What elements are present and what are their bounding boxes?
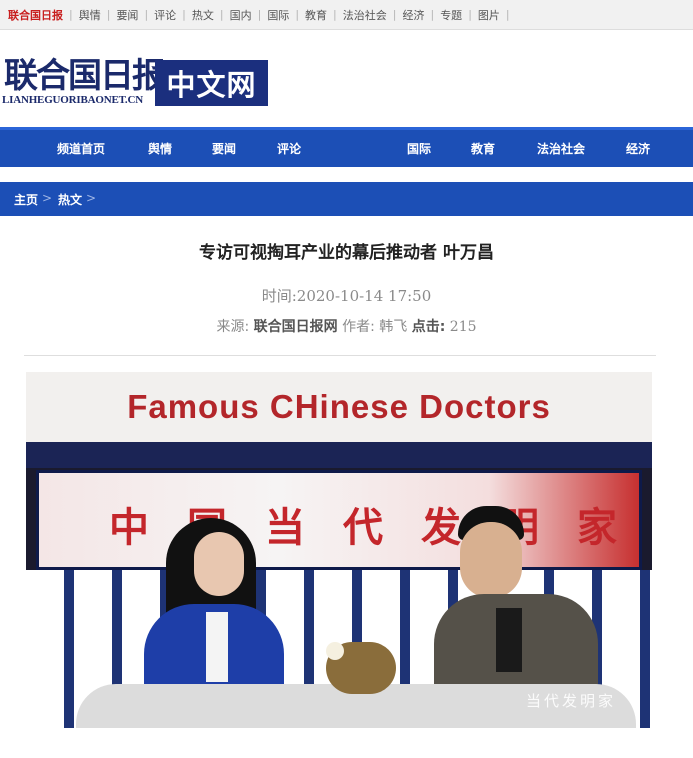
- photo-watermark: 当代发明家: [526, 692, 617, 710]
- top-link-tupian[interactable]: 图片: [478, 7, 500, 23]
- breadcrumb-separator: >: [42, 191, 53, 205]
- top-link-bar: 联合国日报 | 舆情 | 要闻 | 评论 | 热文 | 国内 | 国际 | 教育…: [0, 0, 693, 30]
- table-flower: [326, 642, 344, 660]
- top-link-jingji[interactable]: 经济: [402, 7, 424, 23]
- article-title: 专访可视掏耳产业的幕后推动者 叶万昌: [199, 243, 494, 263]
- top-link-guonei[interactable]: 国内: [230, 7, 252, 23]
- top-link-guoji[interactable]: 国际: [267, 7, 289, 23]
- article-time: 时间:2020-10-14 17:50: [0, 285, 693, 306]
- nav-item-fazhi[interactable]: 法治社会: [537, 140, 585, 157]
- separator: |: [257, 8, 262, 21]
- time-label: 时间:: [261, 287, 297, 305]
- separator: |: [106, 8, 111, 21]
- author-value: 韩飞: [379, 319, 408, 335]
- stage-strip: [26, 442, 652, 468]
- nav-item-pinglun[interactable]: 评论: [277, 140, 301, 157]
- separator: |: [219, 8, 224, 21]
- separator: |: [69, 8, 73, 21]
- article-meta: 来源: 联合国日报网 作者: 韩飞 点击: 215: [0, 316, 693, 336]
- top-link-yaowen[interactable]: 要闻: [116, 7, 138, 23]
- source-label: 来源:: [216, 319, 250, 335]
- separator: |: [505, 8, 510, 21]
- separator: |: [468, 8, 472, 21]
- separator: |: [392, 8, 397, 21]
- studio-banner: Famous CHinese Doctors: [26, 372, 652, 442]
- top-link-yuqing[interactable]: 舆情: [79, 7, 101, 23]
- author-label: 作者:: [342, 319, 375, 335]
- banner-text: Famous CHinese Doctors: [127, 388, 551, 425]
- breadcrumb-separator: >: [86, 191, 97, 205]
- separator: |: [295, 8, 300, 21]
- article-photo: Famous CHinese Doctors 中国当代发明家 当代发明家: [26, 372, 652, 728]
- clicks-value: 215: [449, 319, 477, 335]
- logo-english-text: LIANHEGUORIBAONET.CN: [2, 94, 143, 106]
- top-link-fazhi[interactable]: 法治社会: [343, 7, 387, 23]
- breadcrumb-home[interactable]: 主页: [14, 191, 38, 208]
- guest-shirt: [496, 608, 522, 672]
- nav-item-yuqing[interactable]: 舆情: [148, 140, 172, 157]
- time-value: 2020-10-14 17:50: [296, 287, 432, 305]
- divider: [24, 355, 656, 356]
- breadcrumb: 主页 > 热文 >: [0, 182, 693, 216]
- nav-item-yaowen[interactable]: 要闻: [212, 140, 236, 157]
- top-link-jiaoyu[interactable]: 教育: [305, 7, 327, 23]
- logo-chinese-text: 联合国日报: [4, 56, 166, 96]
- source-value: 联合国日报网: [253, 319, 338, 335]
- site-logo[interactable]: 联合国日报 LIANHEGUORIBAONET.CN 中文网: [0, 38, 693, 118]
- top-brand-link[interactable]: 联合国日报: [8, 7, 63, 23]
- separator: |: [333, 8, 337, 21]
- main-nav: 频道首页 舆情 要闻 评论 国际 教育 法治社会 经济: [0, 127, 693, 167]
- top-link-zhuanti[interactable]: 专题: [440, 7, 462, 23]
- separator: |: [144, 8, 149, 21]
- host-face: [194, 532, 244, 596]
- studio-screen: 中国当代发明家: [36, 470, 642, 570]
- nav-item-home[interactable]: 频道首页: [57, 140, 105, 157]
- logo-box-text: 中文网: [155, 60, 268, 106]
- guest-face: [460, 522, 522, 598]
- nav-item-jingji[interactable]: 经济: [626, 140, 650, 157]
- nav-item-jiaoyu[interactable]: 教育: [471, 140, 495, 157]
- top-link-pinglun[interactable]: 评论: [154, 7, 176, 23]
- host-shirt: [206, 612, 228, 682]
- breadcrumb-section[interactable]: 热文: [58, 191, 82, 208]
- separator: |: [430, 8, 435, 21]
- nav-item-guoji[interactable]: 国际: [407, 140, 431, 157]
- separator: |: [182, 8, 186, 21]
- top-link-rewen[interactable]: 热文: [192, 7, 214, 23]
- clicks-label: 点击:: [411, 319, 446, 335]
